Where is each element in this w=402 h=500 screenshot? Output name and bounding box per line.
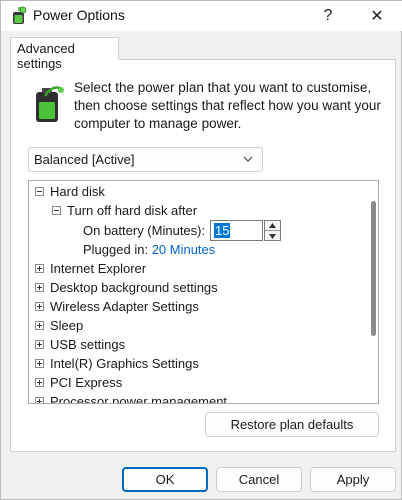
tree-item-label: Processor power management bbox=[50, 394, 228, 404]
tree-item-label: Hard disk bbox=[50, 184, 105, 199]
tree-item-label: Desktop background settings bbox=[50, 280, 218, 295]
power-plan-value: Balanced [Active] bbox=[34, 152, 135, 167]
advanced-settings-panel: Select the power plan that you want to c… bbox=[10, 59, 396, 452]
tree-item-label: Internet Explorer bbox=[50, 261, 147, 276]
tree-item-label: USB settings bbox=[50, 337, 126, 352]
power-options-window: Power Options ? ✕ Advanced settings Sele… bbox=[0, 0, 402, 500]
expand-icon[interactable] bbox=[35, 283, 44, 292]
expand-icon[interactable] bbox=[35, 302, 44, 311]
on-battery-value: 15 bbox=[214, 223, 231, 238]
on-battery-minutes-input[interactable]: 15 bbox=[210, 220, 263, 241]
plugged-in-label: Plugged in: bbox=[83, 242, 149, 257]
intro-text: Select the power plan that you want to c… bbox=[74, 80, 381, 131]
apply-button[interactable]: Apply bbox=[310, 467, 396, 492]
title-bar: Power Options ? ✕ bbox=[1, 1, 402, 31]
restore-plan-defaults-button[interactable]: Restore plan defaults bbox=[205, 412, 379, 437]
collapse-icon[interactable] bbox=[35, 187, 44, 196]
spin-up-icon[interactable] bbox=[265, 221, 280, 231]
tree-item-label: Sleep bbox=[50, 318, 84, 333]
tab-advanced-settings[interactable]: Advanced settings bbox=[10, 37, 119, 71]
expand-icon[interactable] bbox=[35, 321, 44, 330]
window-title: Power Options bbox=[33, 7, 125, 23]
collapse-icon[interactable] bbox=[52, 206, 61, 215]
expand-icon[interactable] bbox=[35, 378, 44, 387]
expand-icon[interactable] bbox=[35, 264, 44, 273]
tree-item-label: PCI Express bbox=[50, 375, 123, 390]
expand-icon[interactable] bbox=[35, 340, 44, 349]
power-plan-select[interactable]: Balanced [Active] bbox=[28, 147, 263, 172]
ok-button[interactable]: OK bbox=[122, 467, 208, 492]
close-button[interactable]: ✕ bbox=[355, 1, 399, 31]
battery-icon bbox=[36, 86, 64, 122]
on-battery-spinner[interactable] bbox=[264, 220, 281, 241]
power-options-icon bbox=[13, 6, 27, 24]
expand-icon[interactable] bbox=[35, 397, 44, 403]
expand-icon[interactable] bbox=[35, 359, 44, 368]
tree-item-label: Turn off hard disk after bbox=[67, 203, 198, 218]
tree-scrollbar[interactable] bbox=[371, 201, 376, 336]
settings-tree[interactable]: Hard disk Turn off hard disk after On ba… bbox=[28, 180, 379, 404]
chevron-down-icon bbox=[243, 156, 253, 162]
help-button[interactable]: ? bbox=[306, 1, 350, 31]
cancel-button[interactable]: Cancel bbox=[216, 467, 302, 492]
plugged-in-value-link[interactable]: 20 Minutes bbox=[152, 242, 216, 257]
on-battery-label: On battery (Minutes): bbox=[83, 223, 206, 238]
plugged-in-setting: Plugged in: 20 Minutes bbox=[83, 240, 215, 259]
tree-item-label: Intel(R) Graphics Settings bbox=[50, 356, 199, 371]
spin-down-icon[interactable] bbox=[265, 231, 280, 241]
tree-item-label: Wireless Adapter Settings bbox=[50, 299, 199, 314]
